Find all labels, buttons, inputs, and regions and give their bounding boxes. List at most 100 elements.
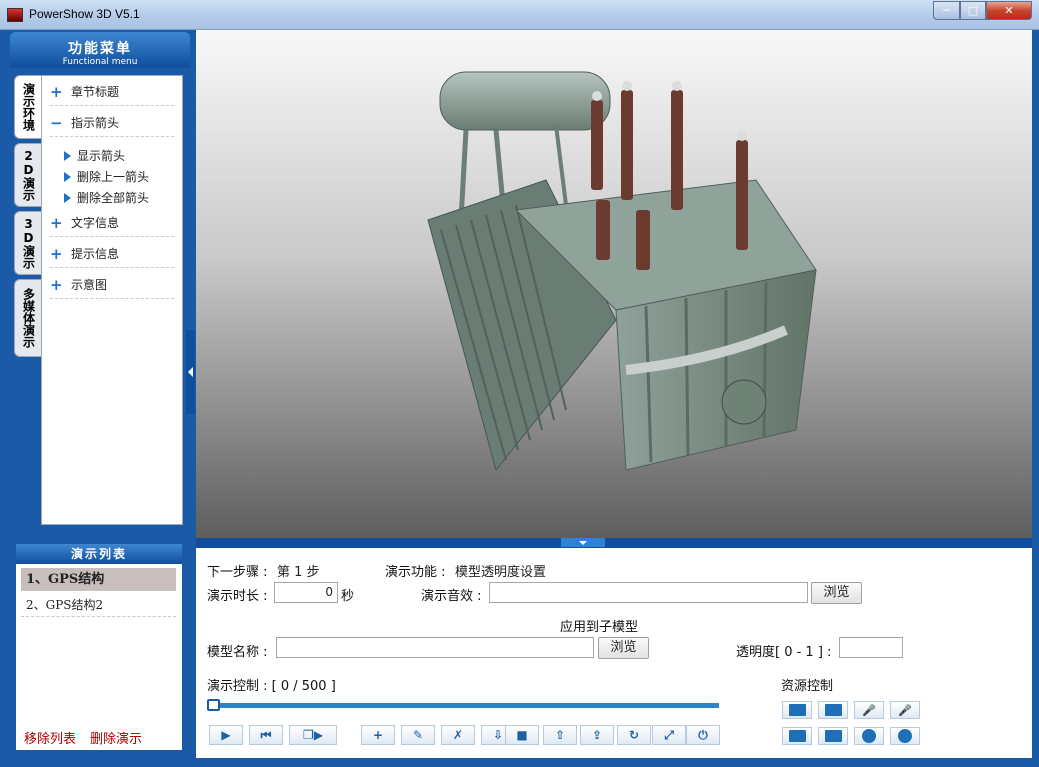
menu-item-indicator-arrow[interactable]: − 指示箭头 bbox=[50, 109, 174, 137]
expand-plus-icon: + bbox=[50, 275, 63, 294]
menu-title: 功能菜单 bbox=[68, 41, 132, 57]
export-icon: ⇧ bbox=[554, 728, 566, 742]
video-edit-button[interactable] bbox=[818, 727, 848, 745]
menu-panel: + 章节标题 − 指示箭头 显示箭头 删除上一箭头 删除全部箭头 + 文字信息 … bbox=[41, 75, 183, 525]
duration-input[interactable]: 0 bbox=[274, 582, 338, 603]
delete-demo-link[interactable]: 删除演示 bbox=[90, 728, 142, 747]
edit-step-icon: ✎ bbox=[412, 728, 424, 742]
prev-next-button[interactable]: ❐▶ bbox=[289, 725, 337, 745]
close-button[interactable]: ✕ bbox=[986, 1, 1032, 20]
playback-slider-thumb[interactable] bbox=[207, 699, 220, 711]
expand-plus-icon: + bbox=[50, 213, 63, 232]
play-icon: ▶ bbox=[221, 728, 231, 742]
save-button[interactable]: ■ bbox=[505, 725, 539, 745]
image-edit-button[interactable] bbox=[818, 701, 848, 719]
image-button[interactable] bbox=[782, 701, 812, 719]
collapse-minus-icon: − bbox=[50, 113, 63, 132]
menu-item-label: 章节标题 bbox=[71, 85, 120, 99]
first-step-icon: ⏮ bbox=[260, 727, 272, 742]
refresh-icon: ↻ bbox=[628, 728, 640, 742]
window-title: PowerShow 3D V5.1 bbox=[29, 7, 140, 21]
transparency-input[interactable] bbox=[839, 637, 903, 658]
sub-item-label: 删除上一箭头 bbox=[77, 170, 150, 184]
minimize-button[interactable]: ─ bbox=[933, 1, 960, 20]
save-icon: ■ bbox=[516, 728, 528, 742]
demo-sound-label: 演示音效 : bbox=[421, 589, 482, 604]
next-step-value: 第 1 步 bbox=[277, 565, 320, 580]
delete-step-icon: ✗ bbox=[452, 728, 464, 742]
app-logo-icon bbox=[7, 8, 23, 22]
expand-plus-icon: + bbox=[50, 82, 63, 101]
tab-2d-demo[interactable]: 2D演示 bbox=[14, 143, 42, 207]
demo-list-item[interactable]: 1、GPS结构 bbox=[21, 568, 176, 591]
seconds-unit: 秒 bbox=[341, 589, 355, 604]
demo-list-item[interactable]: 2、GPS结构2 bbox=[21, 594, 176, 617]
menu-item-schematic[interactable]: + 示意图 bbox=[50, 271, 174, 299]
transformer-3d-model bbox=[427, 71, 817, 472]
menu-item-chapter-title[interactable]: + 章节标题 bbox=[50, 78, 174, 106]
delete-step-button[interactable]: ✗ bbox=[441, 725, 475, 745]
microphone-button[interactable]: 🎤 bbox=[854, 701, 884, 719]
resource-control-label: 资源控制 bbox=[781, 679, 834, 694]
next-step-label: 下一步骤 : bbox=[207, 565, 268, 580]
control-panel: 下一步骤 : 第 1 步 演示功能 : 模型透明度设置 演示时长 : 0 秒 演… bbox=[196, 548, 1032, 758]
microphone-icon: 🎤 bbox=[862, 703, 876, 717]
playback-slider-track[interactable] bbox=[209, 703, 719, 708]
collapse-bottom-handle[interactable] bbox=[561, 538, 605, 547]
tab-multimedia-demo[interactable]: 多媒体演示 bbox=[14, 279, 42, 357]
browse-model-button[interactable]: 浏览 bbox=[598, 637, 649, 659]
demo-duration-label: 演示时长 : bbox=[207, 589, 268, 604]
demo-function-label: 演示功能 : bbox=[385, 565, 446, 580]
demo-list-panel: 1、GPS结构 2、GPS结构2 移除列表 删除演示 bbox=[16, 564, 182, 750]
sub-item-show-arrow[interactable]: 显示箭头 bbox=[64, 147, 125, 164]
menu-item-label: 提示信息 bbox=[71, 247, 120, 261]
play-button[interactable]: ▶ bbox=[209, 725, 243, 745]
upload-button[interactable]: ⇪ bbox=[580, 725, 614, 745]
web-icon bbox=[862, 729, 876, 743]
first-step-button[interactable]: ⏮ bbox=[249, 725, 283, 745]
upload-icon: ⇪ bbox=[591, 728, 603, 742]
web-button[interactable] bbox=[854, 727, 884, 745]
remove-list-link[interactable]: 移除列表 bbox=[24, 728, 76, 747]
model-name-input[interactable] bbox=[276, 637, 594, 658]
viewport-splitter bbox=[196, 538, 1032, 548]
edit-step-button[interactable]: ✎ bbox=[401, 725, 435, 745]
add-step-icon: + bbox=[372, 728, 384, 742]
video-button[interactable] bbox=[782, 727, 812, 745]
right-frame bbox=[1032, 30, 1039, 767]
side-tabs: 演示环境 2D演示 3D演示 多媒体演示 bbox=[14, 75, 42, 361]
playback-control-label: 演示控制 : [ 0 / 500 ] bbox=[207, 679, 336, 694]
menu-item-text-info[interactable]: + 文字信息 bbox=[50, 209, 174, 237]
tab-demo-environment[interactable]: 演示环境 bbox=[14, 75, 42, 139]
maximize-button[interactable]: □ bbox=[960, 1, 986, 20]
menu-item-label: 指示箭头 bbox=[71, 116, 120, 130]
sub-item-delete-previous-arrow[interactable]: 删除上一箭头 bbox=[64, 168, 149, 185]
sound-input[interactable] bbox=[489, 582, 808, 603]
apply-to-submodel-label: 应用到子模型 bbox=[560, 620, 639, 635]
collapse-sidebar-handle[interactable] bbox=[186, 330, 195, 414]
power-button[interactable]: ⏻ bbox=[686, 725, 720, 745]
sub-item-delete-all-arrows[interactable]: 删除全部箭头 bbox=[64, 189, 149, 206]
menu-item-hint-info[interactable]: + 提示信息 bbox=[50, 240, 174, 268]
chevron-left-icon bbox=[188, 367, 193, 377]
export-button[interactable]: ⇧ bbox=[543, 725, 577, 745]
tab-3d-demo[interactable]: 3D演示 bbox=[14, 211, 42, 275]
add-step-button[interactable]: + bbox=[361, 725, 395, 745]
3d-viewport[interactable] bbox=[196, 30, 1032, 538]
model-name-label: 模型名称 : bbox=[207, 645, 268, 660]
browse-sound-button[interactable]: 浏览 bbox=[811, 582, 862, 604]
function-menu-header: 功能菜单 Functional menu bbox=[10, 32, 190, 68]
refresh-button[interactable]: ↻ bbox=[617, 725, 651, 745]
microphone-edit-button[interactable]: 🎤 bbox=[890, 701, 920, 719]
web-edit-button[interactable] bbox=[890, 727, 920, 745]
image-icon bbox=[788, 704, 806, 716]
sub-item-label: 删除全部箭头 bbox=[77, 191, 150, 205]
fullscreen-button[interactable]: ⤢ bbox=[652, 725, 686, 745]
image-edit-icon bbox=[824, 704, 842, 716]
web-edit-icon bbox=[898, 729, 912, 743]
bottom-frame bbox=[0, 758, 1039, 767]
fullscreen-icon: ⤢ bbox=[664, 727, 674, 742]
microphone-edit-icon: 🎤 bbox=[898, 703, 912, 717]
demo-list-header: 演示列表 bbox=[16, 544, 182, 564]
video-edit-icon bbox=[824, 730, 842, 742]
